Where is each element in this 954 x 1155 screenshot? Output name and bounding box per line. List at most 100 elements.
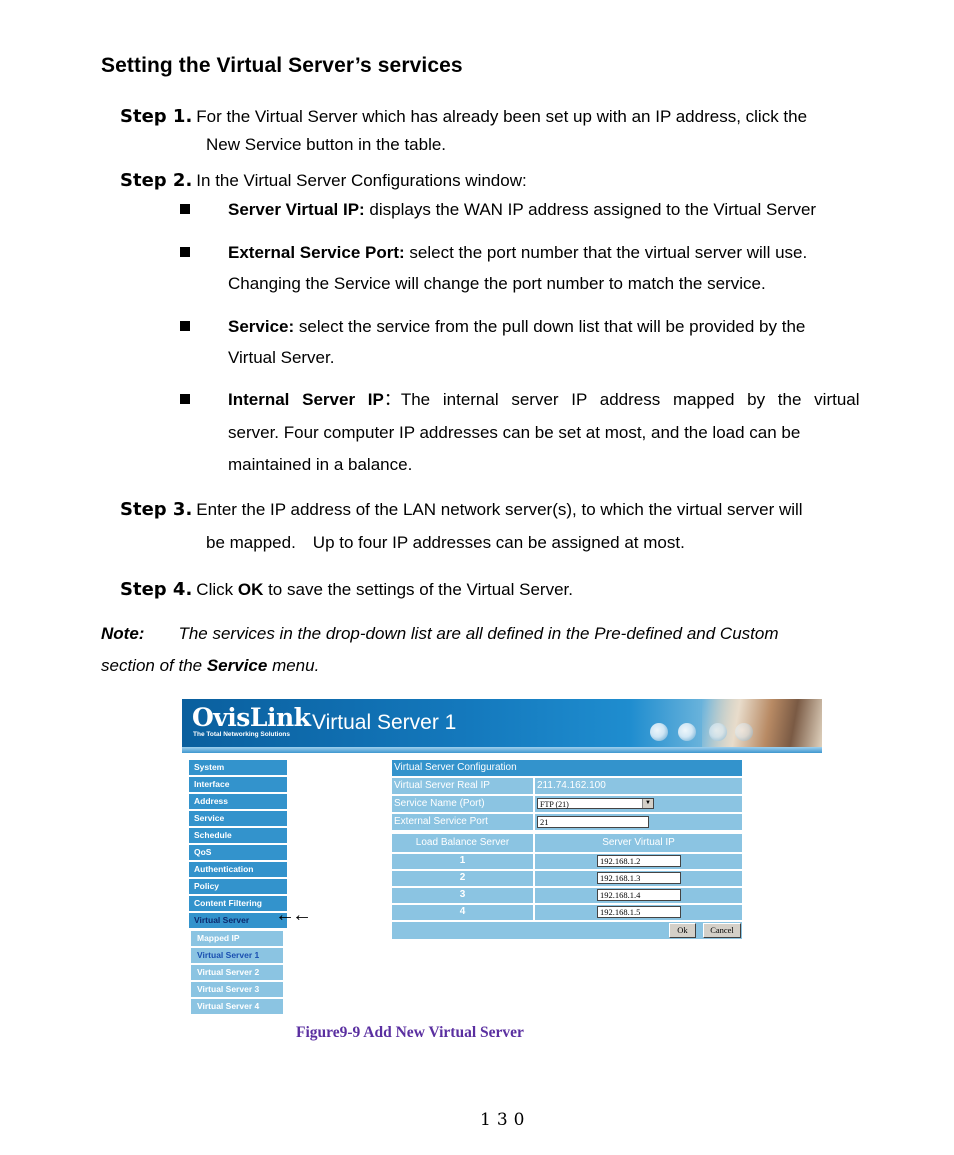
step-4: Step 4. Click OK to save the settings of … bbox=[120, 575, 903, 604]
bullet-continuation: Changing the Service will change the por… bbox=[228, 274, 766, 293]
menu-item-qos[interactable]: QoS bbox=[189, 845, 287, 860]
globe-icon bbox=[709, 723, 727, 741]
lb-number: 4 bbox=[392, 905, 533, 920]
note-text: The services in the drop-down list are a… bbox=[178, 624, 779, 643]
menu-item-content-filtering[interactable]: Content Filtering bbox=[189, 896, 287, 911]
bullet-square-icon bbox=[180, 321, 190, 331]
banner-stripe bbox=[182, 747, 822, 753]
submenu-item-virtual-server-2[interactable]: Virtual Server 2 bbox=[191, 965, 283, 980]
step-3-continuation: be mapped. Up to four IP addresses can b… bbox=[206, 533, 685, 552]
lb-row: 4 192.168.1.5 bbox=[392, 905, 742, 920]
button-row: Ok Cancel bbox=[392, 922, 742, 939]
server-ip-input-1[interactable]: 192.168.1.2 bbox=[597, 855, 681, 867]
service-cell: FTP (21) ▼ bbox=[535, 796, 742, 812]
note-continuation: section of the Service menu. bbox=[101, 650, 891, 682]
bullet-term: External Service Port: bbox=[228, 243, 405, 262]
figure-caption: Figure9-9 Add New Virtual Server bbox=[296, 1024, 524, 1041]
note-text-bold: Service bbox=[206, 656, 268, 675]
bullet-continuation: server. Four computer IP addresses can b… bbox=[228, 423, 801, 442]
step-3: Step 3. Enter the IP address of the LAN n… bbox=[120, 495, 903, 524]
bullet-square-icon bbox=[180, 204, 190, 214]
step-text: Click bbox=[196, 580, 238, 599]
server-ip-input-4[interactable]: 192.168.1.5 bbox=[597, 906, 681, 918]
menu-item-service[interactable]: Service bbox=[189, 811, 287, 826]
submenu-item-virtual-server-4[interactable]: Virtual Server 4 bbox=[191, 999, 283, 1014]
bullet-term: Service: bbox=[228, 317, 295, 336]
load-balance-header: Load Balance Server Server Virtual IP bbox=[392, 834, 742, 852]
submenu-item-virtual-server-3[interactable]: Virtual Server 3 bbox=[191, 982, 283, 997]
service-select-value: FTP (21) bbox=[540, 800, 569, 809]
menu-item-system[interactable]: System bbox=[189, 760, 287, 775]
real-ip-label: Virtual Server Real IP bbox=[392, 778, 533, 794]
ovislink-logo: OvisLink bbox=[192, 703, 311, 732]
step-text: Enter the IP address of the LAN network … bbox=[196, 500, 803, 519]
lb-server-header: Load Balance Server bbox=[392, 834, 533, 852]
server-ip-input-2[interactable]: 192.168.1.3 bbox=[597, 872, 681, 884]
menu-item-policy[interactable]: Policy bbox=[189, 879, 287, 894]
menu-item-authentication[interactable]: Authentication bbox=[189, 862, 287, 877]
section-heading: Setting the Virtual Server’s services bbox=[101, 54, 463, 77]
page-title: Virtual Server 1 bbox=[312, 711, 457, 734]
bullet-service: Service: select the service from the pul… bbox=[180, 311, 903, 375]
real-ip-value: 211.74.162.100 bbox=[535, 778, 742, 794]
submenu-item-mapped-ip[interactable]: Mapped IP bbox=[191, 931, 283, 946]
bullet-text: ：The internal server IP address mapped b… bbox=[383, 390, 860, 409]
step-label: Step 4. bbox=[120, 579, 193, 600]
lb-row: 3 192.168.1.4 bbox=[392, 888, 742, 903]
port-cell: 21 bbox=[535, 814, 742, 830]
note-label: Note: bbox=[101, 624, 145, 643]
bullet-external-service-port: External Service Port: select the port n… bbox=[180, 237, 903, 301]
step-label: Step 2. bbox=[120, 170, 193, 191]
service-row: Service Name (Port) FTP (21) ▼ bbox=[392, 796, 742, 812]
submenu-item-virtual-server-1[interactable]: Virtual Server 1 bbox=[191, 948, 283, 963]
step-2: Step 2. In the Virtual Server Configurati… bbox=[120, 166, 903, 195]
lb-row: 1 192.168.1.2 bbox=[392, 854, 742, 869]
service-select[interactable]: FTP (21) ▼ bbox=[537, 798, 654, 809]
menu-item-schedule[interactable]: Schedule bbox=[189, 828, 287, 843]
bullet-server-virtual-ip: Server Virtual IP: displays the WAN IP a… bbox=[180, 194, 903, 226]
banner: OvisLink The Total Networking Solutions … bbox=[182, 699, 822, 747]
bullet-text: displays the WAN IP address assigned to … bbox=[364, 200, 817, 219]
server-ip-input-3[interactable]: 192.168.1.4 bbox=[597, 889, 681, 901]
cancel-button[interactable]: Cancel bbox=[703, 923, 741, 938]
menu-item-virtual-server[interactable]: Virtual Server bbox=[189, 913, 287, 928]
figure-screenshot: OvisLink The Total Networking Solutions … bbox=[182, 699, 822, 1019]
lb-number: 2 bbox=[392, 871, 533, 886]
note: Note: The services in the drop-down list … bbox=[101, 618, 891, 650]
globe-icon bbox=[678, 723, 696, 741]
dropdown-arrow-icon[interactable]: ▼ bbox=[642, 799, 653, 808]
menu-item-interface[interactable]: Interface bbox=[189, 777, 287, 792]
pointer-arrows-icon: ←← bbox=[275, 904, 312, 926]
bullet-square-icon bbox=[180, 394, 190, 404]
step-text-bold: OK bbox=[237, 580, 264, 599]
step-1: Step 1. For the Virtual Server which has … bbox=[120, 102, 903, 131]
service-label: Service Name (Port) bbox=[392, 796, 533, 812]
ok-button[interactable]: Ok bbox=[669, 923, 696, 938]
real-ip-row: Virtual Server Real IP 211.74.162.100 bbox=[392, 778, 742, 794]
lb-number: 1 bbox=[392, 854, 533, 869]
bullet-text: select the port number that the virtual … bbox=[404, 243, 808, 262]
lb-row: 2 192.168.1.3 bbox=[392, 871, 742, 886]
virtual-server-config-table: Virtual Server Configuration Virtual Ser… bbox=[392, 760, 742, 939]
step-label: Step 1. bbox=[120, 106, 193, 127]
bullet-text: select the service from the pull down li… bbox=[294, 317, 806, 336]
bullet-term: Internal Server IP bbox=[228, 390, 384, 409]
step-label: Step 3. bbox=[120, 499, 193, 520]
note-text: section of the bbox=[101, 656, 207, 675]
menu-item-address[interactable]: Address bbox=[189, 794, 287, 809]
page-number: 130 bbox=[480, 1110, 531, 1130]
globe-icon bbox=[735, 723, 753, 741]
bullet-continuation-2: maintained in a balance. bbox=[228, 455, 413, 474]
bullet-internal-server-ip: Internal Server IP：The internal server I… bbox=[180, 384, 903, 480]
bullet-term: Server Virtual IP: bbox=[228, 200, 365, 219]
step-1-continuation: New Service button in the table. bbox=[206, 135, 447, 154]
bullet-continuation: Virtual Server. bbox=[228, 348, 335, 367]
step-text: For the Virtual Server which has already… bbox=[196, 107, 808, 126]
server-virtual-ip-header: Server Virtual IP bbox=[535, 834, 742, 852]
note-text: menu. bbox=[267, 656, 320, 675]
external-port-input[interactable]: 21 bbox=[537, 816, 649, 828]
config-title: Virtual Server Configuration bbox=[392, 760, 742, 776]
step-text: In the Virtual Server Configurations win… bbox=[196, 171, 527, 190]
sub-menu: Mapped IP Virtual Server 1 Virtual Serve… bbox=[191, 931, 283, 1016]
main-menu: System Interface Address Service Schedul… bbox=[189, 760, 287, 930]
